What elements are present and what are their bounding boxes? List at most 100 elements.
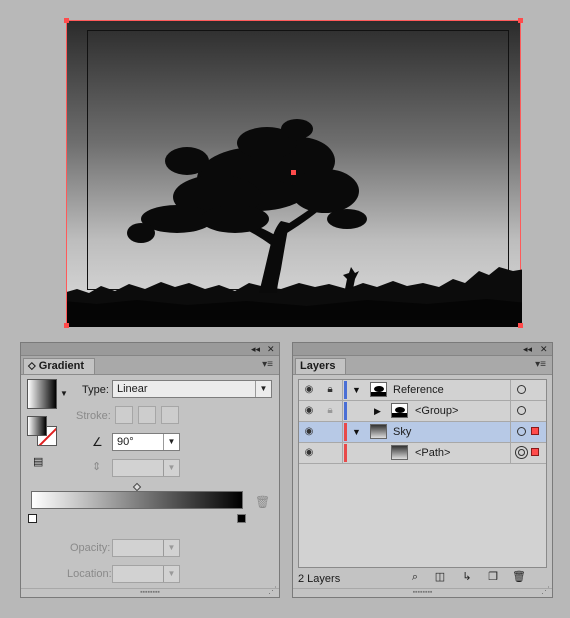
tree-thumb-icon: [392, 407, 407, 417]
panel-title-bar[interactable]: ◂◂ ✕: [293, 343, 552, 356]
layer-thumbnail: [391, 445, 408, 460]
visibility-eye-icon[interactable]: ◉: [302, 380, 316, 400]
stroke-label: Stroke:: [76, 410, 111, 422]
new-sublayer-icon[interactable]: ↳: [460, 570, 474, 584]
tab-layers[interactable]: Layers: [295, 358, 347, 374]
chevron-down-icon: ▼: [163, 434, 179, 450]
tree-thumb-icon: [371, 386, 386, 396]
selection-handle[interactable]: [518, 323, 523, 328]
stroke-along-button[interactable]: [138, 406, 156, 424]
trash-icon[interactable]: 🗑: [255, 495, 270, 509]
opacity-field[interactable]: ▼: [112, 539, 180, 557]
layer-row-path[interactable]: ◉ <Path>: [299, 443, 546, 464]
delete-layer-icon[interactable]: 🗑: [512, 570, 526, 584]
swatch-dropdown-icon[interactable]: ▼: [60, 389, 68, 398]
new-layer-icon[interactable]: ❐: [486, 570, 500, 584]
targeted-circle-icon[interactable]: [518, 449, 525, 456]
tab-label: Layers: [300, 360, 336, 372]
selection-indicator[interactable]: [531, 448, 539, 456]
layer-row-sky[interactable]: ◉ ▼ Sky: [299, 422, 546, 443]
reverse-gradient-icon[interactable]: ▤: [33, 455, 43, 468]
visibility-eye-icon[interactable]: ◉: [302, 443, 316, 463]
divider: [510, 422, 511, 442]
layer-color-bar: [344, 402, 347, 420]
tab-gradient[interactable]: ⬦ Gradient: [23, 358, 95, 374]
collapse-icon[interactable]: ◂◂: [523, 343, 532, 355]
layer-name: Reference: [393, 384, 444, 396]
angle-icon: ∠: [92, 435, 103, 449]
lock-icon[interactable]: 🔒︎: [323, 401, 337, 421]
type-label: Type:: [82, 384, 109, 396]
gradient-stop-black[interactable]: [237, 514, 246, 523]
layers-list: ◉ 🔒︎ ▼ Reference ◉ 🔒︎ ▶ <Group> ◉ ▼ Sky: [298, 379, 547, 568]
collapse-icon[interactable]: ◂◂: [251, 343, 260, 355]
lock-icon[interactable]: 🔒︎: [323, 380, 337, 400]
divider: [510, 443, 511, 463]
panel-menu-icon[interactable]: ▾≡: [262, 359, 273, 370]
divider: [342, 422, 343, 442]
chevron-down-icon: ▼: [255, 381, 271, 397]
angle-field[interactable]: 90° ▼: [112, 433, 180, 451]
divider: [342, 380, 343, 400]
layer-name: Sky: [393, 426, 412, 438]
layer-row-group[interactable]: ◉ 🔒︎ ▶ <Group>: [299, 401, 546, 422]
visibility-eye-icon[interactable]: ◉: [302, 422, 316, 442]
layer-thumbnail: [391, 403, 408, 418]
chevron-down-icon: ▼: [163, 540, 179, 556]
selection-indicator[interactable]: [531, 427, 539, 435]
gradient-slider[interactable]: [31, 491, 243, 509]
layer-color-bar: [344, 381, 347, 399]
layer-name: <Group>: [415, 405, 459, 417]
divider: [342, 443, 343, 463]
layer-color-bar: [344, 444, 347, 462]
target-circle-icon[interactable]: [517, 427, 526, 436]
lock-toggle-empty[interactable]: [323, 443, 337, 463]
angle-value: 90°: [117, 436, 134, 448]
selection-handle[interactable]: [64, 323, 69, 328]
lock-toggle-empty[interactable]: [323, 422, 337, 442]
resize-grip-icon[interactable]: ⋰: [268, 585, 277, 596]
chevron-down-icon: ▼: [163, 566, 179, 582]
center-point-handle[interactable]: [291, 170, 296, 175]
opacity-label: Opacity:: [70, 542, 111, 554]
gradient-stop-white[interactable]: [28, 514, 37, 523]
expand-down-icon[interactable]: ▼: [352, 380, 361, 400]
clipping-mask-icon[interactable]: ◫: [433, 570, 447, 584]
layer-name: <Path>: [415, 447, 451, 459]
panel-resize-strip[interactable]: ▪▪▪▪▪▪▪▪: [21, 588, 279, 597]
divider: [342, 401, 343, 421]
location-field[interactable]: ▼: [112, 565, 180, 583]
expand-down-icon[interactable]: ▼: [352, 422, 361, 442]
type-select[interactable]: Linear ▼: [112, 380, 272, 398]
stroke-within-button[interactable]: [115, 406, 133, 424]
close-icon[interactable]: ✕: [540, 343, 548, 355]
location-label: Location:: [67, 568, 112, 580]
layer-thumbnail: [370, 424, 387, 439]
selection-handle[interactable]: [518, 18, 523, 23]
panel-resize-strip[interactable]: ▪▪▪▪▪▪▪▪: [293, 588, 552, 597]
aspect-ratio-field[interactable]: ▼: [112, 459, 180, 477]
gradient-preview-swatch[interactable]: [27, 379, 57, 409]
divider: [510, 401, 511, 421]
type-select-value: Linear: [117, 383, 148, 395]
visibility-eye-icon[interactable]: ◉: [302, 401, 316, 421]
target-circle-icon[interactable]: [517, 406, 526, 415]
layer-row-reference[interactable]: ◉ 🔒︎ ▼ Reference: [299, 380, 546, 401]
expand-right-icon[interactable]: ▶: [374, 401, 381, 421]
layer-count: 2 Layers: [298, 573, 341, 585]
resize-grip-icon[interactable]: ⋰: [541, 585, 550, 596]
aspect-ratio-icon: ⇕: [92, 461, 102, 473]
tab-arrows-icon: ⬦: [28, 360, 36, 372]
panel-tab-row: ⬦ Gradient ▾≡: [21, 356, 279, 375]
target-circle-icon[interactable]: [517, 385, 526, 394]
locate-object-icon[interactable]: ⌕: [408, 570, 422, 584]
fill-swatch[interactable]: [27, 416, 47, 436]
panel-menu-icon[interactable]: ▾≡: [535, 359, 546, 370]
selection-handle[interactable]: [64, 18, 69, 23]
stroke-across-button[interactable]: [161, 406, 179, 424]
divider: [510, 380, 511, 400]
layer-color-bar: [344, 423, 347, 441]
chevron-down-icon: ▼: [163, 460, 179, 476]
close-icon[interactable]: ✕: [267, 343, 275, 355]
panel-title-bar[interactable]: ◂◂ ✕: [21, 343, 279, 356]
